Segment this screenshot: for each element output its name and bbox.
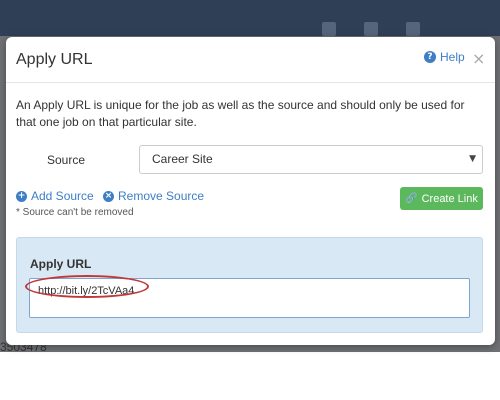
apply-url-panel-title: Apply URL [30, 257, 92, 271]
source-note: * Source can't be removed [16, 207, 134, 218]
apply-url-panel: Apply URL http://bit.ly/2TcVAa4 [16, 237, 483, 333]
help-link[interactable]: ? Help [424, 50, 465, 64]
add-source-label: Add Source [31, 189, 94, 203]
remove-source-label: Remove Source [118, 189, 205, 203]
apply-url-modal: Apply URL ? Help × An Apply URL is uniqu… [6, 37, 495, 345]
close-icon[interactable]: × [472, 49, 485, 68]
source-label: Source [47, 153, 86, 167]
help-label: Help [440, 50, 465, 64]
link-icon: 🔗 [405, 193, 418, 204]
modal-description: An Apply URL is unique for the job as we… [16, 98, 465, 129]
background-nav-icon [406, 22, 420, 36]
add-source-link[interactable]: + Add Source [16, 189, 94, 203]
caret-down-icon: ▼ [469, 154, 476, 164]
question-circle-icon: ? [424, 51, 436, 63]
modal-title: Apply URL [16, 51, 93, 68]
create-link-button[interactable]: 🔗 Create Link [400, 187, 483, 210]
modal-header: Apply URL ? Help × [6, 37, 495, 83]
source-select[interactable]: Career Site ▼ [139, 145, 483, 174]
source-select-value: Career Site [152, 152, 213, 166]
plus-circle-icon: + [16, 190, 27, 202]
page: 3503478 Apply URL ? Help × An Apply URL … [0, 0, 500, 400]
background-nav-icon [322, 22, 336, 36]
background-nav-icon [364, 22, 378, 36]
remove-source-link[interactable]: × Remove Source [103, 189, 204, 203]
create-link-label: Create Link [421, 192, 478, 205]
background-navbar [0, 0, 500, 36]
times-circle-icon: × [103, 190, 114, 202]
apply-url-field[interactable]: http://bit.ly/2TcVAa4 [29, 278, 470, 318]
